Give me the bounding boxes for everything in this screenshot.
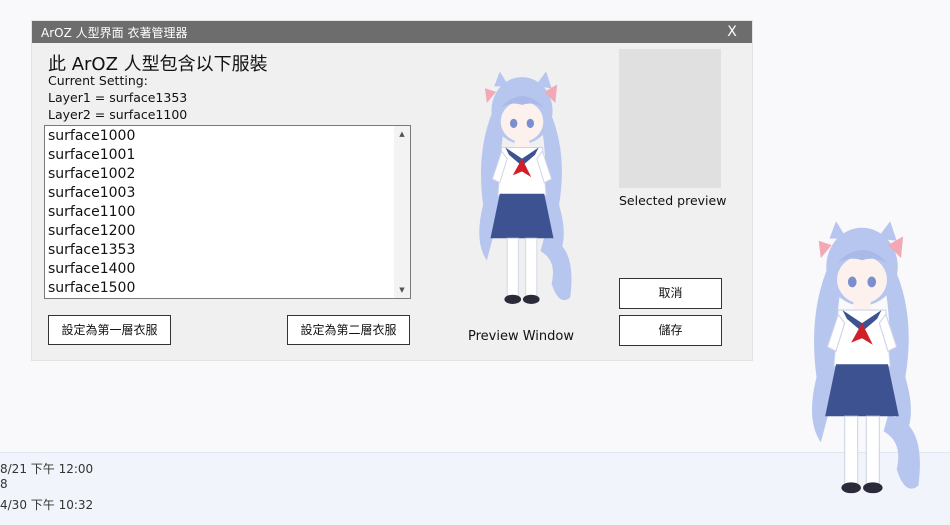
- desktop-mascot-image[interactable]: [797, 205, 927, 517]
- list-scrollbar[interactable]: ▲ ▼: [394, 126, 410, 298]
- list-item[interactable]: surface1400: [48, 260, 135, 279]
- scroll-up-icon[interactable]: ▲: [394, 126, 410, 142]
- history-line-3: 4/30 下午 10:32: [0, 498, 94, 512]
- title-bar[interactable]: ArOZ 人型界面 衣著管理器 X: [32, 21, 752, 43]
- window-title: ArOZ 人型界面 衣著管理器: [41, 26, 188, 40]
- layer1-value: Layer1 = surface1353: [48, 90, 188, 105]
- list-item[interactable]: surface1200: [48, 222, 135, 241]
- history-line-2: 8: [0, 477, 8, 491]
- scroll-down-icon[interactable]: ▼: [394, 282, 410, 298]
- list-item[interactable]: surface1353: [48, 241, 135, 260]
- list-item[interactable]: surface1500: [48, 279, 135, 298]
- list-item[interactable]: surface1000: [48, 127, 135, 146]
- list-item[interactable]: surface1001: [48, 146, 135, 165]
- preview-character-image: [479, 71, 572, 304]
- layer2-value: Layer2 = surface1100: [48, 107, 188, 122]
- history-line-1: 8/21 下午 12:00: [0, 462, 94, 476]
- scroll-thumb[interactable]: [397, 144, 407, 280]
- set-layer2-button[interactable]: 設定為第二層衣服: [287, 315, 410, 345]
- list-item[interactable]: surface1100: [48, 203, 135, 222]
- cancel-button[interactable]: 取消: [619, 278, 722, 309]
- close-icon[interactable]: X: [712, 21, 752, 43]
- clothing-manager-window: ArOZ 人型界面 衣著管理器 X 此 ArOZ 人型包含以下服裝 Curren…: [32, 21, 752, 360]
- set-layer1-button[interactable]: 設定為第一層衣服: [48, 315, 171, 345]
- selected-preview-box: [619, 49, 721, 188]
- selected-preview-label: Selected preview: [619, 193, 727, 208]
- character-figure: [479, 71, 572, 304]
- surface-listbox[interactable]: surface1000 surface1001 surface1002 surf…: [44, 125, 411, 299]
- list-item[interactable]: surface1003: [48, 184, 135, 203]
- current-setting-label: Current Setting:: [48, 73, 148, 88]
- preview-window-label: Preview Window: [468, 329, 574, 344]
- list-item[interactable]: surface1002: [48, 165, 135, 184]
- character-figure: [811, 221, 920, 494]
- save-button[interactable]: 儲存: [619, 315, 722, 346]
